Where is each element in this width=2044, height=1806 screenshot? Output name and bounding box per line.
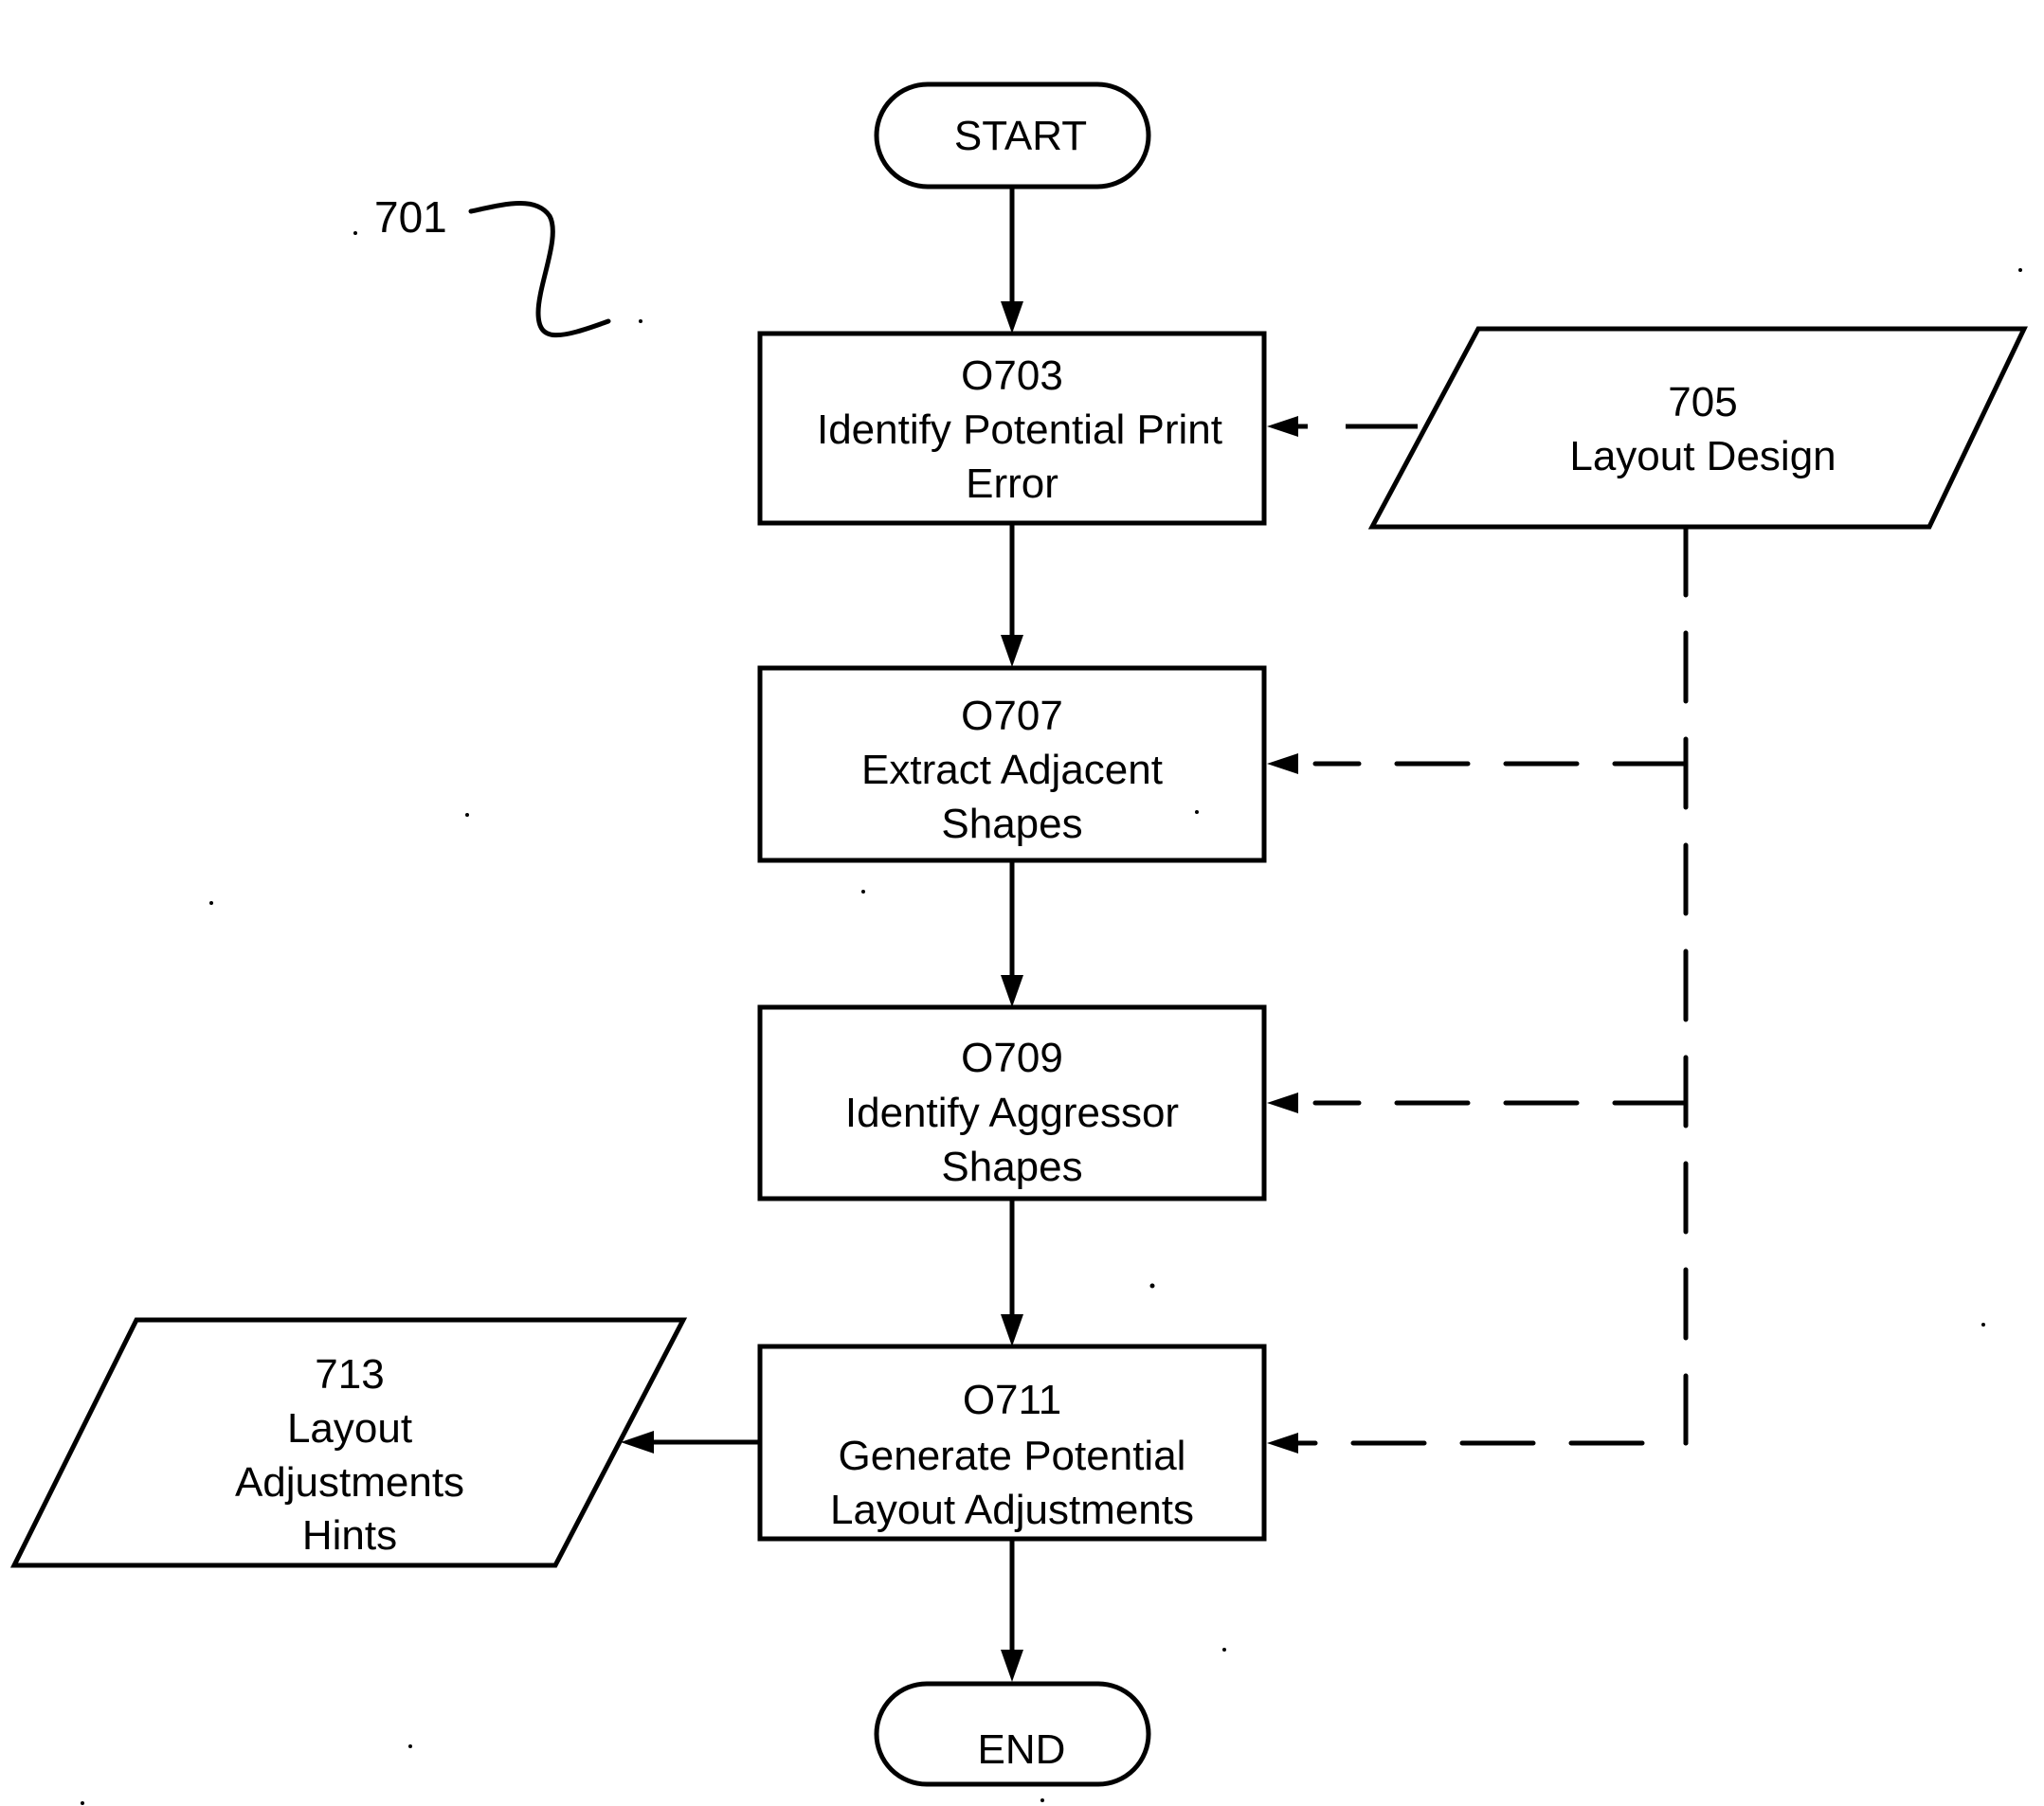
data-713-title-line2: Adjustments [235,1459,464,1506]
figure-reference: 701 [374,192,611,338]
arrowhead-left-icon [1267,416,1298,437]
data-713-title-line1: Layout [287,1405,412,1452]
operation-707-id: O707 [961,693,1063,739]
operation-711[interactable]: O711 Generate Potential Layout Adjustmen… [757,1344,1267,1542]
arrowhead-down-icon [1001,1650,1023,1682]
dashed-feed-from-705 [1267,524,1689,1454]
operation-703[interactable]: O703 Identify Potential Print Error [757,331,1267,526]
operation-707[interactable]: O707 Extract Adjacent Shapes [757,665,1267,863]
speck [1149,1283,1155,1289]
start-terminator[interactable]: START [874,81,1151,190]
speck [639,319,642,323]
operation-707-title-line2: Shapes [941,801,1082,847]
arrowhead-left-icon [1267,753,1298,774]
operation-707-title-line1: Extract Adjacent [861,747,1163,793]
figure-reference-label: 701 [374,192,447,242]
arrowhead-left-icon [1267,1093,1298,1113]
data-705-title: Layout Design [1569,433,1836,479]
operation-703-title-line2: Error [966,461,1058,507]
arrowhead-down-icon [1001,1314,1023,1346]
reference-leader-squiggle [468,201,611,338]
speck [465,813,469,817]
operation-703-title-line1: Identify Potential Print [817,406,1222,453]
end-terminator[interactable]: END [874,1681,1151,1787]
arrowhead-down-icon [1001,301,1023,334]
end-label: END [978,1726,1066,1773]
data-705[interactable]: 705 Layout Design [1367,326,2028,530]
speck [2018,268,2022,272]
operation-709[interactable]: O709 Identify Aggressor Shapes [757,1004,1267,1201]
operation-711-title-line1: Generate Potential [839,1433,1186,1479]
data-713-title-line3: Hints [302,1512,397,1559]
speck [408,1744,412,1748]
data-713-id: 713 [315,1351,384,1398]
data-705-id: 705 [1668,379,1737,425]
speck [1222,1648,1226,1652]
operation-703-id: O703 [961,352,1063,399]
operation-709-title-line2: Shapes [941,1144,1082,1190]
speck [209,901,213,905]
operation-711-id: O711 [963,1377,1061,1423]
speck [1195,810,1199,814]
data-713[interactable]: 713 Layout Adjustments Hints [9,1317,688,1568]
operation-709-title-line1: Identify Aggressor [845,1090,1179,1136]
operation-709-id: O709 [961,1035,1063,1081]
speck [81,1801,84,1805]
speck [1040,1798,1044,1802]
speck [353,231,357,235]
speck [1981,1323,1985,1327]
speck [861,890,865,894]
connector-705-to-703 [1267,416,1418,437]
arrowhead-left-icon [1267,1433,1298,1454]
flowchart-canvas: 701 START O703 Identify Potential Print … [9,81,2028,1805]
operation-711-title-line2: Layout Adjustments [830,1487,1194,1533]
arrowhead-down-icon [1001,975,1023,1007]
start-label: START [954,113,1087,159]
data-705-parallelogram [1367,326,2028,530]
arrowhead-down-icon [1001,635,1023,667]
